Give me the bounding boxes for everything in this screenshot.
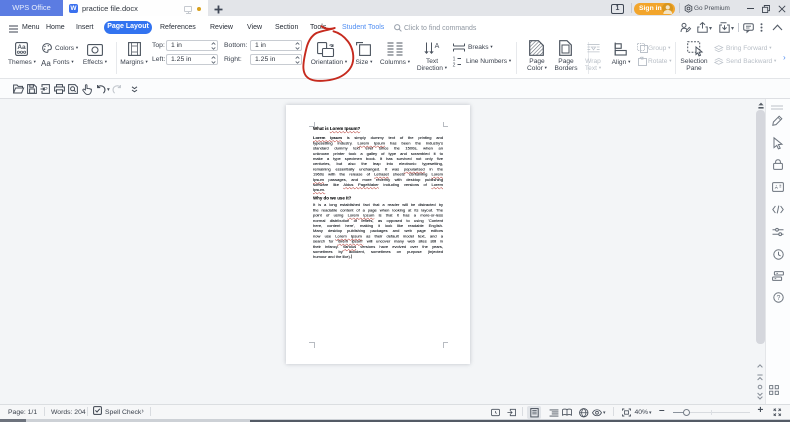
svg-text:?: ? (777, 295, 781, 302)
svg-text:P: P (44, 87, 48, 93)
svg-text:2: 2 (453, 63, 456, 69)
svg-text:A: A (435, 43, 440, 50)
svg-text:Aa: Aa (17, 44, 26, 51)
